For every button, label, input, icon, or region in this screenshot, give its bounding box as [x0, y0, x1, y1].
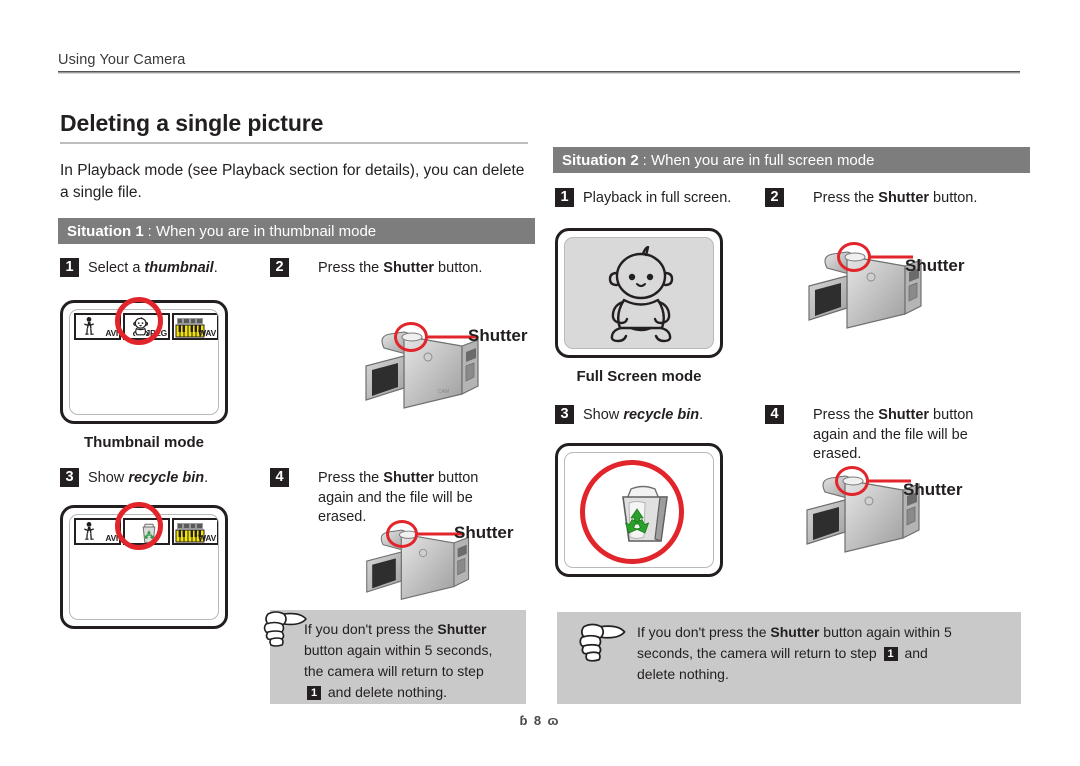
step-number-chip: 3	[60, 468, 79, 487]
thumbnail-cell-wav[interactable]: WAV	[172, 313, 218, 340]
situation-2-step-1: 1 Playback in full screen.	[555, 188, 765, 209]
step-number-chip: 4	[765, 405, 784, 424]
situation-1-note-text: If you don't press the Shutter button ag…	[304, 621, 493, 701]
shutter-callout-label: Shutter	[468, 326, 528, 345]
highlight-ring-jpeg	[115, 297, 163, 345]
step-reference-chip: 1	[883, 647, 898, 662]
step-number-chip: 1	[555, 188, 574, 207]
situation-2-label: Situation 2	[562, 151, 639, 169]
highlight-ring-shutter	[386, 520, 418, 548]
situation-2-step-3: 3 Show recycle bin.	[555, 405, 755, 426]
thumbnail-cell-avi[interactable]: AVI	[74, 313, 121, 340]
highlight-ring-shutter	[837, 242, 871, 272]
shutter-callout-label: Shutter	[454, 523, 514, 542]
highlight-ring-recycle	[115, 502, 163, 550]
situation-2-description: : When you are in full screen mode	[642, 151, 875, 169]
step-text: Press the Shutter button.	[318, 260, 483, 276]
person-figure-icon	[84, 317, 94, 335]
thumbnail-cell-avi[interactable]: AVI	[74, 518, 121, 545]
camera-illustration-step2	[793, 232, 973, 342]
thumbnail-label: WAV	[198, 533, 216, 543]
shutter-callout-label: Shutter	[903, 480, 963, 499]
thumbnail-mode-caption: Thumbnail mode	[84, 434, 204, 451]
situation-1-step-3: 3 Show recycle bin.	[60, 468, 260, 489]
thumbnail-cell-wav[interactable]: WAV	[172, 518, 218, 545]
situation-1-step-2: 2 Press the Shutter button.	[270, 258, 520, 279]
left-column: Situation 1 : When you are in thumbnail …	[58, 0, 535, 766]
thumbnail-label: WAV	[198, 328, 216, 338]
highlight-ring-shutter	[835, 466, 869, 496]
situation-2-note-text: If you don't press the Shutter button ag…	[637, 624, 952, 682]
baby-illustration-icon	[608, 246, 674, 343]
footer-ornament-right: ɷ	[547, 713, 561, 728]
situation-2-step-2: 2 Press the Shutter button.	[765, 188, 1015, 209]
camcorder-icon	[806, 475, 920, 553]
right-column: Situation 2 : When you are in full scree…	[553, 0, 1030, 766]
step-reference-chip: 1	[307, 686, 321, 701]
camera-illustration-step4	[791, 456, 971, 566]
person-figure-icon	[84, 522, 94, 540]
full-screen-mode-screen	[555, 228, 723, 358]
step-text: Select a thumbnail.	[88, 260, 218, 276]
situation-1-header: Situation 1 : When you are in thumbnail …	[58, 218, 535, 244]
step-text: Press the Shutter button.	[813, 190, 978, 206]
footer-ornament-left: ɓ	[519, 713, 530, 728]
page-number: 8	[533, 713, 544, 728]
camcorder-icon	[808, 251, 922, 329]
situation-2-header: Situation 2 : When you are in full scree…	[553, 147, 1030, 173]
shutter-callout-label: Shutter	[905, 256, 965, 275]
step-text: Playback in full screen.	[583, 190, 732, 206]
highlight-ring-shutter	[394, 322, 428, 352]
step-number-chip: 2	[765, 188, 784, 207]
svg-text:CAM: CAM	[438, 389, 449, 395]
situation-1-label: Situation 1	[67, 222, 144, 240]
step-number-chip: 4	[270, 468, 289, 487]
screen-inner	[564, 237, 714, 349]
step-text: Show recycle bin.	[583, 407, 704, 423]
recycle-bin-screen	[555, 443, 723, 577]
highlight-ring-recycle	[580, 460, 684, 564]
situation-1-description: : When you are in thumbnail mode	[147, 222, 377, 240]
step-number-chip: 1	[60, 258, 79, 277]
full-screen-mode-caption: Full Screen mode	[576, 368, 702, 385]
step-text: Show recycle bin.	[88, 470, 209, 486]
thumbnail-mode-screen: AVI JPEG WAV	[60, 297, 228, 424]
step-number-chip: 3	[555, 405, 574, 424]
step-number-chip: 2	[270, 258, 289, 277]
page-footer: ɓ 8 ɷ	[0, 712, 1080, 730]
pointing-hand-icon	[579, 623, 626, 662]
situation-1-step-1: 1 Select a thumbnail.	[60, 258, 260, 279]
thumbnail-mode-screen-after: AVI WAV	[60, 502, 228, 629]
